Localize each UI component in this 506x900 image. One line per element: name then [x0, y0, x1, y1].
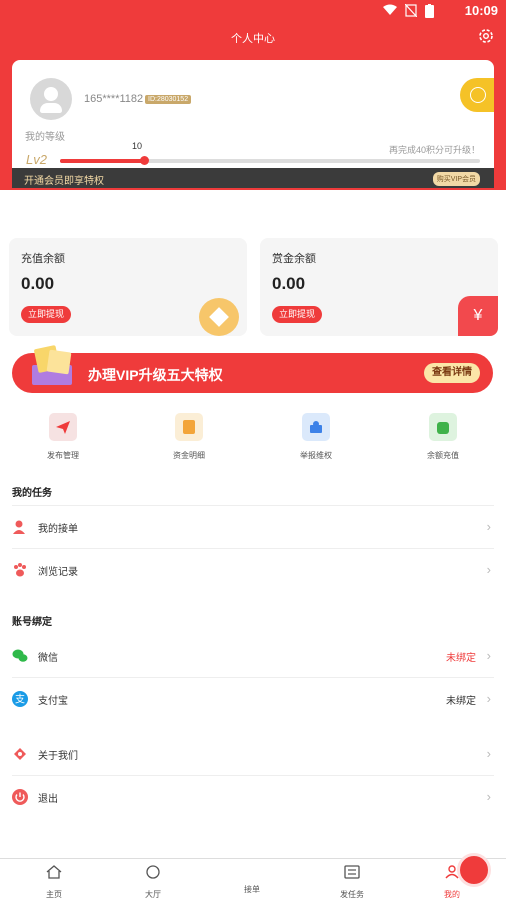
quick-label: 余额充值 [427, 451, 459, 460]
row-about-us[interactable]: 关于我们 › [0, 733, 506, 775]
row-label: 关于我们 [38, 751, 78, 762]
alipay-binding-status: 未绑定 [446, 696, 476, 707]
bounty-balance-card: 赏金余额 0.00 立即提现 ¥ [260, 238, 498, 336]
hall-icon [146, 865, 160, 879]
row-wechat-binding[interactable]: 微信 未绑定 › [0, 635, 506, 677]
tab-label: 主页 [46, 890, 62, 899]
tab-label: 发任务 [340, 890, 364, 899]
tasks-section-title: 我的任务 [12, 488, 52, 499]
upgrade-tip: 再完成40积分可升级！ [388, 145, 480, 155]
quick-actions: 发布管理 资金明细 举报维权 余额充值 [0, 413, 506, 463]
chevron-right-icon: › [486, 746, 491, 761]
settings-gear-icon[interactable] [478, 28, 494, 44]
no-sim-icon [405, 4, 417, 17]
quick-label: 发布管理 [47, 451, 79, 460]
status-bar: 10:09 [0, 0, 506, 22]
quick-recharge[interactable]: 余额充值 [408, 413, 478, 461]
bottom-tab-bar: 主页 大厅 接单 发任务 我的 [0, 853, 506, 900]
row-my-orders[interactable]: 我的接单 › [0, 506, 506, 548]
alert-icon [302, 413, 330, 441]
buy-vip-button[interactable]: 购买VIP会员 [432, 172, 480, 186]
post-task-icon [344, 865, 360, 879]
header: 10:09 个人中心 165****1182 ID:28030152 我的等级 … [0, 0, 506, 190]
bounty-balance-amount: 0.00 [272, 274, 306, 293]
customer-service-button[interactable] [460, 78, 494, 112]
wechat-binding-status: 未绑定 [446, 653, 476, 664]
tab-label: 大厅 [145, 890, 161, 899]
row-label: 支付宝 [38, 696, 68, 707]
vip-card-gift-icon [32, 345, 72, 385]
level-progress-bar [60, 156, 480, 165]
bounty-withdraw-button[interactable]: 立即提现 [272, 306, 323, 323]
quick-publish-manage[interactable]: 发布管理 [28, 413, 98, 461]
wechat-icon [12, 649, 28, 662]
level-value: Lv2 [26, 152, 47, 167]
paper-plane-icon [49, 413, 77, 441]
tab-home[interactable]: 主页 [24, 865, 84, 900]
coin-icon [199, 298, 239, 336]
wallet-icon [429, 413, 457, 441]
quick-label: 资金明细 [173, 451, 205, 460]
profile-card: 165****1182 ID:28030152 我的等级 10 再完成40积分可… [12, 60, 494, 188]
paw-icon [14, 563, 26, 577]
row-browse-history[interactable]: 浏览记录 › [0, 549, 506, 591]
view-details-button[interactable]: 查看详情 [424, 363, 480, 383]
avatar[interactable] [30, 78, 72, 120]
clock: 10:09 [464, 3, 498, 18]
points-value: 10 [132, 141, 143, 151]
level-progress-fill [60, 159, 144, 163]
tab-hall[interactable]: 大厅 [123, 865, 183, 900]
svg-text:支: 支 [15, 694, 25, 706]
red-envelope-icon: ¥ [458, 296, 498, 336]
vip-banner[interactable]: 办理VIP升级五大特权 查看详情 [12, 345, 493, 393]
chevron-right-icon: › [486, 519, 491, 534]
bounty-balance-label: 赏金余额 [272, 253, 316, 265]
tab-label: 我的 [444, 890, 460, 899]
chevron-right-icon: › [486, 789, 491, 804]
accounts-section-title: 账号绑定 [12, 617, 52, 628]
row-logout[interactable]: 退出 › [0, 776, 506, 818]
row-label: 微信 [38, 653, 58, 664]
vip-strip-text: 开通会员即享特权 [24, 176, 104, 187]
vip-banner-text: 办理VIP升级五大特权 [88, 367, 223, 383]
quick-report[interactable]: 举报维权 [281, 413, 351, 461]
recharge-withdraw-button[interactable]: 立即提现 [21, 306, 72, 323]
row-label: 我的接单 [38, 524, 78, 535]
recharge-balance-card: 充值余额 0.00 立即提现 [9, 238, 247, 336]
wifi-icon [383, 4, 397, 15]
recharge-balance-amount: 0.00 [21, 274, 55, 293]
ledger-icon [175, 413, 203, 441]
tab-take-order[interactable]: 接单 [222, 853, 491, 895]
alipay-icon: 支 [12, 691, 28, 707]
quick-label: 举报维权 [300, 451, 332, 460]
row-alipay-binding[interactable]: 支 支付宝 未绑定 › [0, 678, 506, 720]
tab-label: 接单 [244, 885, 260, 894]
home-icon [46, 865, 62, 879]
power-icon [12, 789, 28, 805]
chevron-right-icon: › [486, 648, 491, 663]
level-progress-dot [140, 156, 149, 165]
user-task-icon [13, 520, 25, 534]
tab-post-task[interactable]: 发任务 [322, 865, 382, 900]
recharge-balance-label: 充值余额 [21, 253, 65, 265]
row-label: 退出 [38, 794, 58, 805]
user-phone: 165****1182 [84, 93, 144, 105]
vip-strip[interactable]: 开通会员即享特权 购买VIP会员 [12, 168, 494, 188]
page-title: 个人中心 [231, 33, 275, 45]
level-label: 我的等级 [25, 132, 65, 143]
profile-icon [445, 865, 459, 879]
quick-funds-detail[interactable]: 资金明细 [154, 413, 224, 461]
about-icon [14, 748, 26, 760]
battery-icon [425, 4, 434, 18]
user-id-badge: ID:28030152 [145, 95, 192, 104]
row-label: 浏览记录 [38, 567, 78, 578]
tab-mine[interactable]: 我的 [422, 865, 482, 900]
chevron-right-icon: › [486, 562, 491, 577]
chevron-right-icon: › [486, 691, 491, 706]
